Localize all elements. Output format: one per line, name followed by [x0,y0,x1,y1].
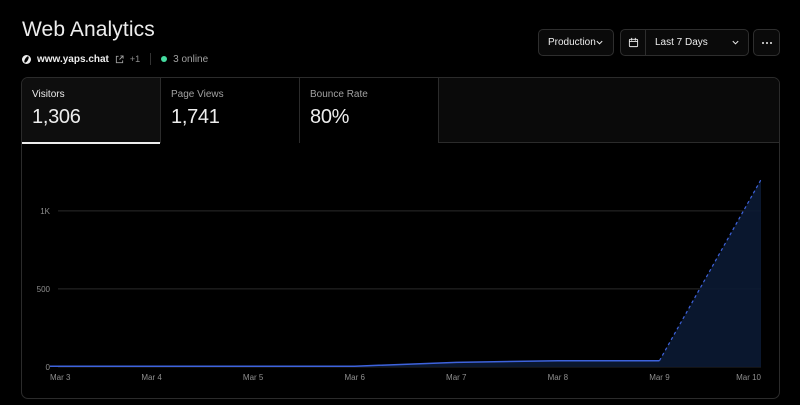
y-tick-label: 500 [37,285,51,294]
x-tick-label: Mar 9 [649,373,670,382]
y-tick-label: 0 [46,363,51,372]
tab-bounce-rate[interactable]: Bounce Rate 80% [300,78,439,143]
tab-page-views[interactable]: Page Views 1,741 [161,78,300,143]
tab-value: 1,306 [32,106,81,128]
tab-visitors[interactable]: Visitors 1,306 [22,78,161,144]
series-area [50,179,761,367]
chevron-down-icon [732,40,739,45]
x-tick-label: Mar 10 [736,373,761,382]
online-status-dot [161,56,168,62]
analytics-page: Web Analytics www.yaps.chat +1 3 online … [0,0,800,405]
more-options-button[interactable] [753,29,780,56]
chart-grid [58,210,761,368]
divider [150,53,152,65]
x-tick-label: Mar 7 [446,373,467,382]
globe-icon [22,54,31,64]
tab-label: Page Views [171,89,224,100]
x-tick-label: Mar 4 [141,373,162,382]
y-tick-label: 1K [40,207,50,216]
visitors-chart: 05001K Mar 3 Mar 4 Mar 5 Mar 6 Mar 7 Mar 8 Mar… [37,179,762,382]
tabs-filler [439,78,779,142]
page-title: Web Analytics [22,18,155,41]
x-tick-label: Mar 5 [243,373,264,382]
x-tick-label: Mar 8 [548,373,569,382]
analytics-card: Visitors 1,306 Page Views 1,741 Bounce R… [21,77,780,399]
extra-domains-count[interactable]: +1 [130,54,140,64]
tab-value: 1,741 [171,106,220,128]
chart-series [49,179,762,367]
external-link-icon[interactable] [115,54,124,64]
y-axis-labels: 0 500 1K [37,207,51,372]
more-horizontal-icon [761,41,772,44]
environment-label: Production [548,37,596,48]
tab-label: Bounce Rate [310,89,368,100]
x-tick-label: Mar 3 [50,373,71,382]
tab-value: 80% [310,106,350,128]
chevron-down-icon [596,40,603,45]
project-meta: www.yaps.chat +1 3 online [22,53,208,65]
domain-link[interactable]: www.yaps.chat [37,54,109,65]
x-axis-labels: Mar 3 Mar 4 Mar 5 Mar 6 Mar 7 Mar 8 Mar 9 Mar 1… [50,373,762,382]
date-range-select[interactable]: Last 7 Days [620,29,749,56]
online-count: 3 online [173,53,209,65]
metric-tabs: Visitors 1,306 Page Views 1,741 Bounce R… [22,78,779,144]
environment-select[interactable]: Production [538,29,614,56]
date-range-label: Last 7 Days [655,37,708,48]
x-tick-label: Mar 6 [344,373,365,382]
calendar-icon[interactable] [621,30,646,55]
tab-label: Visitors [32,89,65,100]
